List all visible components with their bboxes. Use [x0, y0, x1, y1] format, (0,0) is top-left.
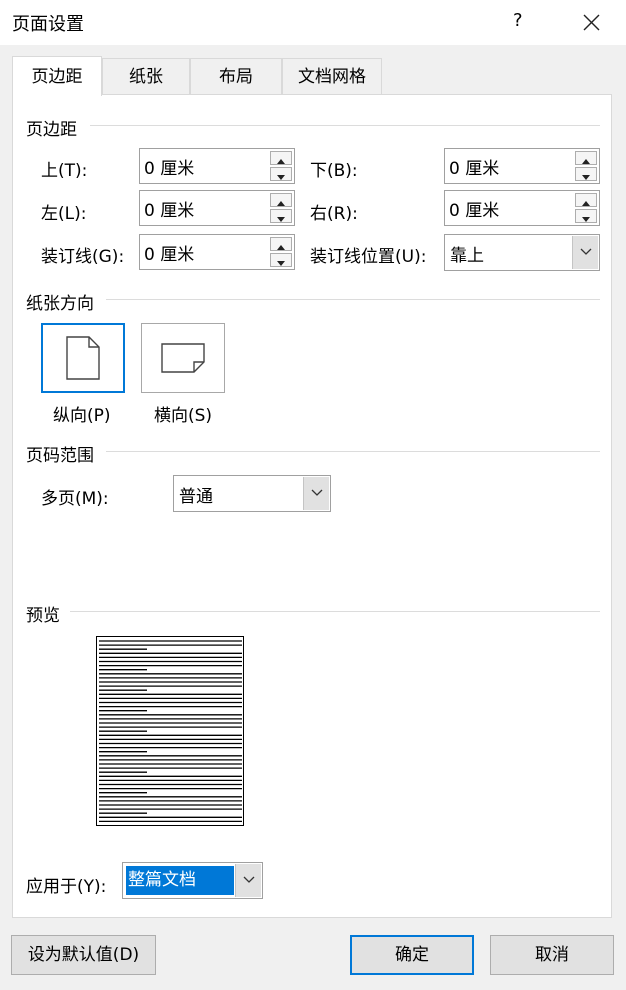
preview-text-lines [99, 640, 242, 823]
section-pages: 页码范围 [26, 446, 94, 466]
right-margin-label: 右(R): [310, 204, 358, 224]
multiple-pages-select[interactable]: 普通 [173, 475, 331, 512]
divider [90, 125, 600, 126]
gutter-position-label: 装订线位置(U): [310, 247, 427, 267]
ok-button[interactable]: 确定 [350, 935, 474, 975]
landscape-page-icon [161, 343, 205, 373]
section-orientation: 纸张方向 [26, 294, 94, 314]
spin-down-icon[interactable] [270, 209, 292, 223]
chevron-down-icon[interactable] [235, 864, 261, 897]
tab-doc-grid[interactable]: 文档网格 [282, 58, 382, 94]
section-preview: 预览 [26, 606, 60, 626]
bottom-margin-value[interactable]: 0 厘米 [449, 154, 499, 179]
gutter-position-value: 靠上 [450, 246, 484, 266]
apply-to-select[interactable]: 整篇文档 [122, 862, 263, 899]
bottom-margin-label: 下(B): [310, 161, 358, 181]
gutter-spinner[interactable]: 0 厘米 [139, 234, 295, 270]
spin-down-icon[interactable] [575, 167, 597, 181]
cancel-button[interactable]: 取消 [490, 935, 614, 975]
gutter-position-select[interactable]: 靠上 [444, 234, 600, 271]
gutter-label: 装订线(G): [41, 247, 125, 267]
close-icon [583, 14, 600, 31]
multiple-pages-value: 普通 [179, 487, 213, 507]
tab-layout[interactable]: 布局 [190, 58, 282, 94]
apply-to-label: 应用于(Y): [26, 877, 107, 897]
multiple-pages-label: 多页(M): [41, 489, 109, 509]
section-margins: 页边距 [26, 120, 77, 140]
chevron-down-icon[interactable] [572, 236, 598, 269]
portrait-label[interactable]: 纵向(P) [53, 401, 111, 426]
spin-up-icon[interactable] [270, 193, 292, 207]
title-bar [0, 0, 626, 45]
left-margin-spinner[interactable]: 0 厘米 [139, 190, 295, 226]
portrait-option[interactable] [41, 323, 125, 393]
top-margin-spinner[interactable]: 0 厘米 [139, 148, 295, 184]
spin-down-icon[interactable] [270, 253, 292, 267]
right-margin-value[interactable]: 0 厘米 [449, 196, 499, 221]
set-default-button[interactable]: 设为默认值(D) [11, 935, 156, 975]
tab-paper[interactable]: 纸张 [102, 58, 190, 94]
left-margin-label: 左(L): [41, 204, 87, 224]
top-margin-label: 上(T): [41, 161, 88, 181]
apply-to-value: 整篇文档 [126, 866, 234, 895]
dialog-title: 页面设置 [12, 14, 84, 35]
left-margin-value[interactable]: 0 厘米 [144, 196, 194, 221]
right-margin-spinner[interactable]: 0 厘米 [444, 190, 600, 226]
bottom-margin-spinner[interactable]: 0 厘米 [444, 148, 600, 184]
spin-up-icon[interactable] [575, 193, 597, 207]
chevron-down-icon[interactable] [303, 477, 329, 510]
top-margin-value[interactable]: 0 厘米 [144, 154, 194, 179]
spin-up-icon[interactable] [270, 237, 292, 251]
landscape-option[interactable] [141, 323, 225, 393]
portrait-page-icon [66, 336, 100, 380]
spin-down-icon[interactable] [575, 209, 597, 223]
page-preview [96, 636, 244, 826]
divider [70, 611, 600, 612]
landscape-label[interactable]: 横向(S) [154, 401, 212, 426]
help-button[interactable]: ? [513, 10, 523, 31]
divider [106, 451, 600, 452]
tab-margins[interactable]: 页边距 [12, 56, 102, 96]
divider [106, 299, 600, 300]
spin-up-icon[interactable] [575, 151, 597, 165]
gutter-value[interactable]: 0 厘米 [144, 240, 194, 265]
spin-up-icon[interactable] [270, 151, 292, 165]
spin-down-icon[interactable] [270, 167, 292, 181]
close-button[interactable] [578, 6, 606, 38]
